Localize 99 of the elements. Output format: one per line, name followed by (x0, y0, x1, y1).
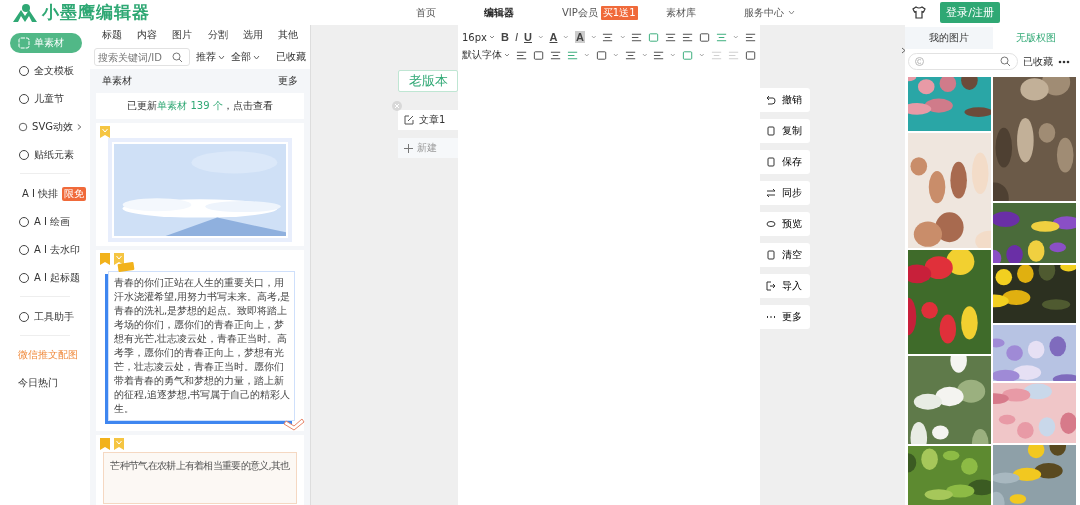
format-button[interactable]: U (524, 31, 532, 43)
menu-icon (18, 311, 30, 323)
format-button[interactable]: B (501, 31, 509, 43)
edit-icon (404, 115, 414, 125)
bookmark-icon (114, 253, 124, 265)
action-icon (766, 250, 776, 260)
action-button[interactable]: 导入 (760, 274, 810, 298)
update-notice[interactable]: 已更新单素材 139 个，点击查看 (96, 93, 304, 119)
action-icon (766, 95, 776, 105)
bookmark-icon (100, 253, 110, 265)
menu-icon (18, 121, 29, 133)
favorites-link[interactable]: 已收藏 (276, 50, 306, 64)
toolbar-icon[interactable] (596, 49, 608, 61)
toolbar-icon[interactable] (516, 49, 528, 61)
bookmark-icon (100, 438, 110, 450)
search-field[interactable]: 搜索关键词/ID (94, 48, 190, 66)
toolbar-icon[interactable] (631, 31, 643, 43)
caret-icon (253, 54, 260, 60)
menu-icon (18, 272, 30, 284)
logo-text: 小墨鹰编辑器 (42, 1, 150, 24)
action-icon (766, 157, 776, 167)
action-button[interactable]: 撤销 (760, 88, 810, 112)
toolbar-select[interactable]: 默认字体 (462, 48, 510, 62)
format-button[interactable]: A (549, 31, 558, 43)
category-tab[interactable]: 选用 (242, 28, 263, 42)
image-tab[interactable]: 我的图片 (905, 27, 993, 49)
toolbar-select[interactable]: 16px (462, 31, 495, 43)
note-text: 青春的你们正站在人生的重要关口，用汗水浇灌希望,用努力书写未来。高考,是青春的洗礼,是梦想的起点。致即将踏上考场的你们，愿你们的青春正向上，梦想有光芒,壮志凌云处，青春正当时。高考季，愿你们的青春正向上，梦想有光芒，壮志凌云处，青春正当时。愿你们带着青春的勇气和梦想的力量，踏上新的征程,追逐梦想,书写属于自己的精彩人生。 (114, 276, 291, 416)
sidebar-item[interactable]: 儿童节 (10, 89, 82, 109)
material-card[interactable]: 芒种节气在农耕上有着相当重要的意义,其也 (96, 435, 304, 505)
menu-icon (18, 149, 30, 161)
action-button[interactable]: 保存 (760, 150, 810, 174)
caret-icon (218, 54, 225, 60)
toolbar-icon[interactable] (682, 31, 694, 43)
search-icon (172, 51, 183, 63)
menu-icon (18, 37, 30, 49)
section-title: 单素材 (102, 74, 132, 88)
toolbar-icon[interactable] (624, 49, 636, 61)
sidebar-item[interactable]: 工具助手 (10, 307, 82, 327)
favorites-link[interactable]: 已收藏 (1023, 54, 1053, 69)
bookmark-icon (114, 438, 124, 450)
nav-link[interactable]: 编辑器 (460, 5, 538, 20)
action-icon (766, 281, 776, 291)
plus-icon (404, 143, 413, 153)
toolbar-icon[interactable] (699, 31, 711, 43)
action-icon (766, 188, 776, 198)
action-button[interactable]: 清空 (760, 243, 810, 267)
toolbar-icon[interactable] (533, 49, 545, 61)
copyright-icon (915, 57, 924, 66)
format-button[interactable]: A (575, 31, 585, 43)
nav-link[interactable]: 服务中心 (719, 5, 819, 20)
shirt-icon[interactable] (912, 6, 927, 19)
sidebar-item[interactable]: A I 去水印 (10, 240, 82, 260)
action-button[interactable]: 预览 (760, 212, 810, 236)
note-text: 芒种节气在农耕上有着相当重要的意义,其也 (109, 459, 291, 473)
toolbar-icon[interactable] (665, 31, 677, 43)
sidebar-item[interactable]: A I 绘画 (10, 212, 82, 232)
action-button[interactable]: 更多 (760, 305, 810, 329)
menu-icon (18, 65, 30, 77)
bookmark-icon (100, 126, 110, 138)
category-tab[interactable]: 分割 (207, 28, 228, 42)
document-tab[interactable]: 文章1 (398, 110, 458, 130)
action-button[interactable]: 复制 (760, 119, 810, 143)
promo-badge: 买1送1 (600, 5, 638, 20)
sidebar-item[interactable]: SVG动效 (10, 117, 82, 137)
filter-dropdown[interactable]: 全部 (231, 50, 260, 64)
more-link[interactable]: 更多 (278, 74, 298, 88)
menu-icon (18, 216, 30, 228)
sidebar-link[interactable]: 今日热门 (18, 376, 90, 390)
sidebar-item[interactable]: 全文模板 (10, 61, 82, 81)
category-tab[interactable]: 图片 (172, 28, 193, 42)
clip-icon (117, 260, 135, 272)
category-tab[interactable]: 其他 (278, 28, 299, 42)
sidebar-item[interactable]: A I 起标题 (10, 268, 82, 288)
category-tab[interactable]: 内容 (137, 28, 157, 42)
category-tab[interactable]: 标题 (101, 28, 122, 42)
chevron-icon[interactable] (901, 47, 906, 54)
format-button[interactable]: I (514, 31, 518, 43)
nav-link[interactable]: VIP会员 (538, 5, 601, 20)
filter-dropdown[interactable]: 推荐 (196, 50, 225, 64)
action-icon (766, 126, 776, 136)
action-icon (766, 219, 776, 229)
nav-link[interactable]: 素材库 (641, 5, 720, 20)
menu-icon (18, 244, 30, 256)
sidebar-item[interactable]: 贴纸元素 (10, 145, 82, 165)
material-card[interactable]: 青春的你们正站在人生的重要关口，用汗水浇灌希望,用努力书写未来。高考,是青春的洗礼,是梦想的起点。致即将踏上考场的你们，愿你们的青春正向上，梦想有光芒,壮志凌云处，青春正当时。高考季，愿你们的青春正向上，梦想有光芒，壮志凌云处，青春正当时。愿你们带着青春的勇气和梦想的力量，踏上新的征程,追逐梦想,书写属于自己的精彩人生。 (96, 250, 304, 431)
toolbar-icon[interactable] (602, 31, 614, 43)
toolbar-icon[interactable] (744, 31, 757, 43)
caret-icon (504, 53, 510, 57)
more-icon[interactable] (1058, 59, 1070, 64)
menu-icon (18, 93, 30, 105)
search-icon (1000, 56, 1011, 67)
toolbar-icon[interactable] (653, 49, 665, 61)
nav-link[interactable]: 首页 (392, 5, 460, 20)
caret-icon (489, 35, 495, 39)
toolbar-icon[interactable] (744, 49, 756, 61)
action-button[interactable]: 同步 (760, 181, 810, 205)
toolbar-icon[interactable] (550, 49, 562, 61)
logo-icon (12, 2, 38, 23)
